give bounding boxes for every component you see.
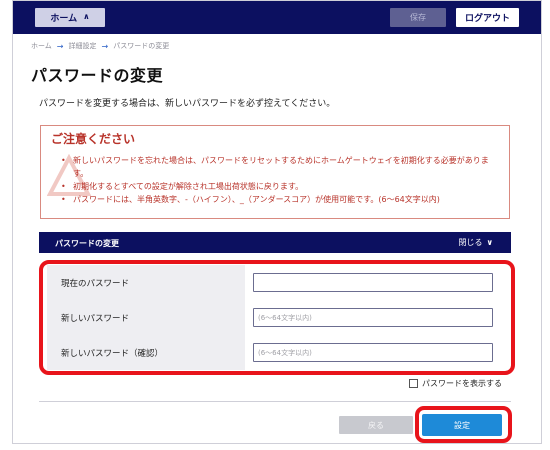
password-panel-header: パスワードの変更 閉じる ∨ (39, 232, 511, 253)
notice-item: パスワードには、半角英数字、-（ハイフン）、_（アンダースコア）が使用可能です。… (61, 193, 501, 206)
save-button[interactable]: 保存 (390, 8, 446, 27)
arrow-right-icon: → (56, 41, 64, 51)
breadcrumb-advanced-settings[interactable]: 詳細設定 (69, 41, 97, 51)
page-title: パスワードの変更 (31, 66, 164, 85)
back-button[interactable]: 戻る (339, 416, 413, 434)
caution-notice: ご注意ください 新しいパスワードを忘れた場合は、パスワードをリセットするためにホ… (40, 125, 510, 219)
page-intro-text: パスワードを変更する場合は、新しいパスワードを必ず控えてください。 (39, 99, 336, 109)
arrow-right-icon: → (101, 41, 109, 51)
breadcrumb: ホーム → 詳細設定 → パスワードの変更 (31, 41, 169, 51)
breadcrumb-current: パスワードの変更 (113, 42, 170, 50)
notice-item: 初期化するとすべての設定が解除され工場出荷状態に戻ります。 (61, 180, 501, 193)
form-highlight-outline (39, 260, 515, 375)
home-button-label: ホーム (50, 14, 78, 24)
home-menu-button[interactable]: ホーム ∧ (35, 8, 105, 27)
show-password-option[interactable]: パスワードを表示する (409, 378, 502, 389)
chevron-up-icon: ∧ (83, 12, 90, 21)
app-window: ホーム ∧ 保存 ログアウト ホーム → 詳細設定 → パスワードの変更 パスワ… (12, 0, 542, 444)
show-password-checkbox[interactable] (409, 379, 418, 388)
logout-button[interactable]: ログアウト (456, 8, 519, 27)
panel-title: パスワードの変更 (55, 239, 119, 248)
breadcrumb-home[interactable]: ホーム (31, 41, 52, 51)
panel-close-toggle[interactable]: 閉じる ∨ (459, 237, 494, 248)
top-bar: ホーム ∧ 保存 ログアウト (13, 1, 541, 34)
notice-item: 新しいパスワードを忘れた場合は、パスワードをリセットするためにホームゲートウェイ… (61, 154, 501, 180)
chevron-down-icon: ∨ (486, 238, 494, 247)
footer-divider (39, 401, 511, 402)
panel-close-label: 閉じる (458, 238, 483, 247)
set-button-highlight-outline (415, 406, 512, 443)
show-password-label: パスワードを表示する (422, 379, 502, 388)
notice-list: 新しいパスワードを忘れた場合は、パスワードをリセットするためにホームゲートウェイ… (61, 154, 501, 206)
notice-title: ご注意ください (51, 132, 136, 146)
